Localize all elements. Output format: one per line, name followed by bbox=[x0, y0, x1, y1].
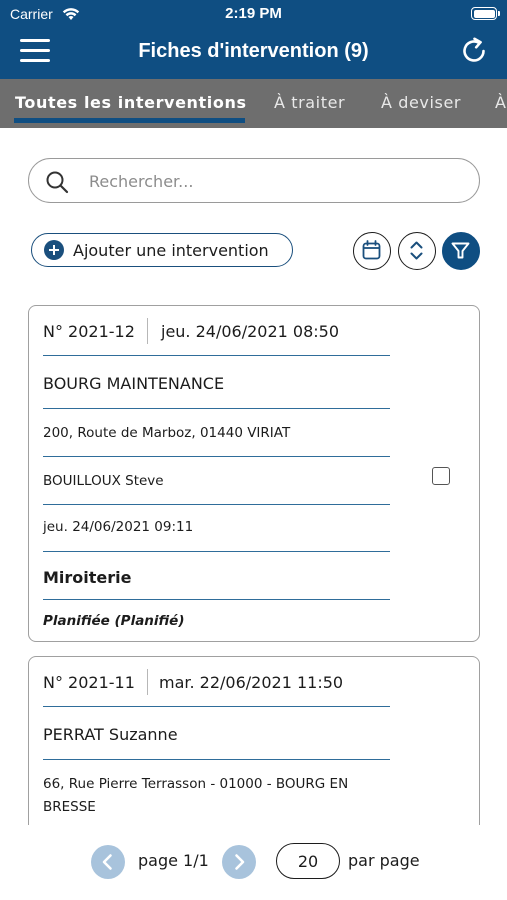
hamburger-menu-line bbox=[20, 59, 50, 62]
intervention-type: Miroiterie bbox=[43, 568, 132, 587]
hamburger-menu-line bbox=[20, 49, 50, 52]
search-input[interactable] bbox=[89, 169, 459, 193]
previous-page-button[interactable] bbox=[91, 845, 125, 879]
chevron-left-icon bbox=[102, 854, 112, 870]
search-icon bbox=[45, 170, 69, 198]
intervention-date: jeu. 24/06/2021 08:50 bbox=[161, 322, 340, 341]
client-name: BOURG MAINTENANCE bbox=[43, 374, 225, 393]
planned-date: jeu. 24/06/2021 09:11 bbox=[43, 519, 194, 535]
refresh-icon bbox=[463, 37, 485, 62]
intervention-number: N° 2021-12 bbox=[43, 322, 135, 341]
address-row: 66, Rue Pierre Terrasson - 01000 - BOURG… bbox=[43, 762, 390, 825]
per-page-label: par page bbox=[348, 851, 420, 870]
sort-button[interactable] bbox=[398, 232, 436, 270]
status-row: Planifiée (Planifié) bbox=[43, 602, 390, 640]
divider bbox=[147, 669, 148, 695]
refresh-button[interactable] bbox=[459, 36, 489, 66]
battery-icon bbox=[471, 7, 500, 20]
chevron-right-icon bbox=[235, 854, 245, 870]
plus-icon bbox=[44, 240, 64, 260]
pagination-bar: page 1/1 par page bbox=[0, 835, 507, 890]
intervention-status: Planifiée (Planifié) bbox=[43, 613, 185, 629]
filter-icon bbox=[451, 242, 470, 259]
calendar-icon bbox=[362, 240, 381, 260]
tab-all-interventions[interactable]: Toutes les interventions bbox=[15, 93, 247, 112]
intervention-list[interactable]: N° 2021-12 jeu. 24/06/2021 08:50 BOURG M… bbox=[0, 290, 507, 825]
intervention-date: mar. 22/06/2021 11:50 bbox=[159, 673, 344, 692]
hamburger-menu-icon bbox=[20, 39, 50, 42]
client-row: BOURG MAINTENANCE bbox=[43, 358, 390, 409]
intervention-number: N° 2021-11 bbox=[43, 673, 135, 692]
address-line-2: BRESSE bbox=[43, 799, 96, 815]
per-page-input[interactable] bbox=[276, 843, 340, 879]
page-indicator: page 1/1 bbox=[138, 851, 209, 870]
navigation-bar: Carrier 2:19 PM Fiches d'intervention (9… bbox=[0, 0, 507, 79]
planned-date-row: jeu. 24/06/2021 09:11 bbox=[43, 507, 390, 552]
page-title: Fiches d'intervention (9) bbox=[138, 40, 369, 62]
tab-to-process[interactable]: À traiter bbox=[274, 93, 345, 112]
menu-button[interactable] bbox=[20, 39, 50, 63]
card-header-row: N° 2021-11 mar. 22/06/2021 11:50 bbox=[43, 657, 390, 707]
status-bar: Carrier 2:19 PM bbox=[0, 0, 507, 28]
calendar-button[interactable] bbox=[353, 232, 391, 270]
address: 200, Route de Marboz, 01440 VIRIAT bbox=[43, 425, 291, 441]
contact-name: BOUILLOUX Steve bbox=[43, 473, 164, 489]
filter-button[interactable] bbox=[442, 232, 480, 270]
add-intervention-label: Ajouter une intervention bbox=[73, 241, 269, 260]
intervention-card[interactable]: N° 2021-11 mar. 22/06/2021 11:50 PERRAT … bbox=[28, 656, 480, 825]
address-row: 200, Route de Marboz, 01440 VIRIAT bbox=[43, 411, 390, 457]
card-header-row: N° 2021-12 jeu. 24/06/2021 08:50 bbox=[43, 306, 390, 356]
client-name: PERRAT Suzanne bbox=[43, 725, 178, 744]
type-row: Miroiterie bbox=[43, 554, 390, 600]
address-line-1: 66, Rue Pierre Terrasson - 01000 - BOURG… bbox=[43, 776, 349, 792]
select-checkbox[interactable] bbox=[432, 467, 450, 485]
client-row: PERRAT Suzanne bbox=[43, 709, 390, 760]
divider bbox=[147, 318, 148, 344]
tab-next[interactable]: À bbox=[495, 93, 507, 112]
add-intervention-button[interactable]: Ajouter une intervention bbox=[31, 233, 293, 267]
next-page-button[interactable] bbox=[222, 845, 256, 879]
search-bar[interactable] bbox=[28, 158, 480, 203]
status-time: 2:19 PM bbox=[225, 5, 282, 22]
tab-to-quote[interactable]: À deviser bbox=[381, 93, 461, 112]
active-tab-indicator bbox=[14, 118, 245, 123]
contact-row: BOUILLOUX Steve bbox=[43, 459, 390, 505]
sort-icon bbox=[410, 241, 423, 260]
intervention-card[interactable]: N° 2021-12 jeu. 24/06/2021 08:50 BOURG M… bbox=[28, 305, 480, 642]
